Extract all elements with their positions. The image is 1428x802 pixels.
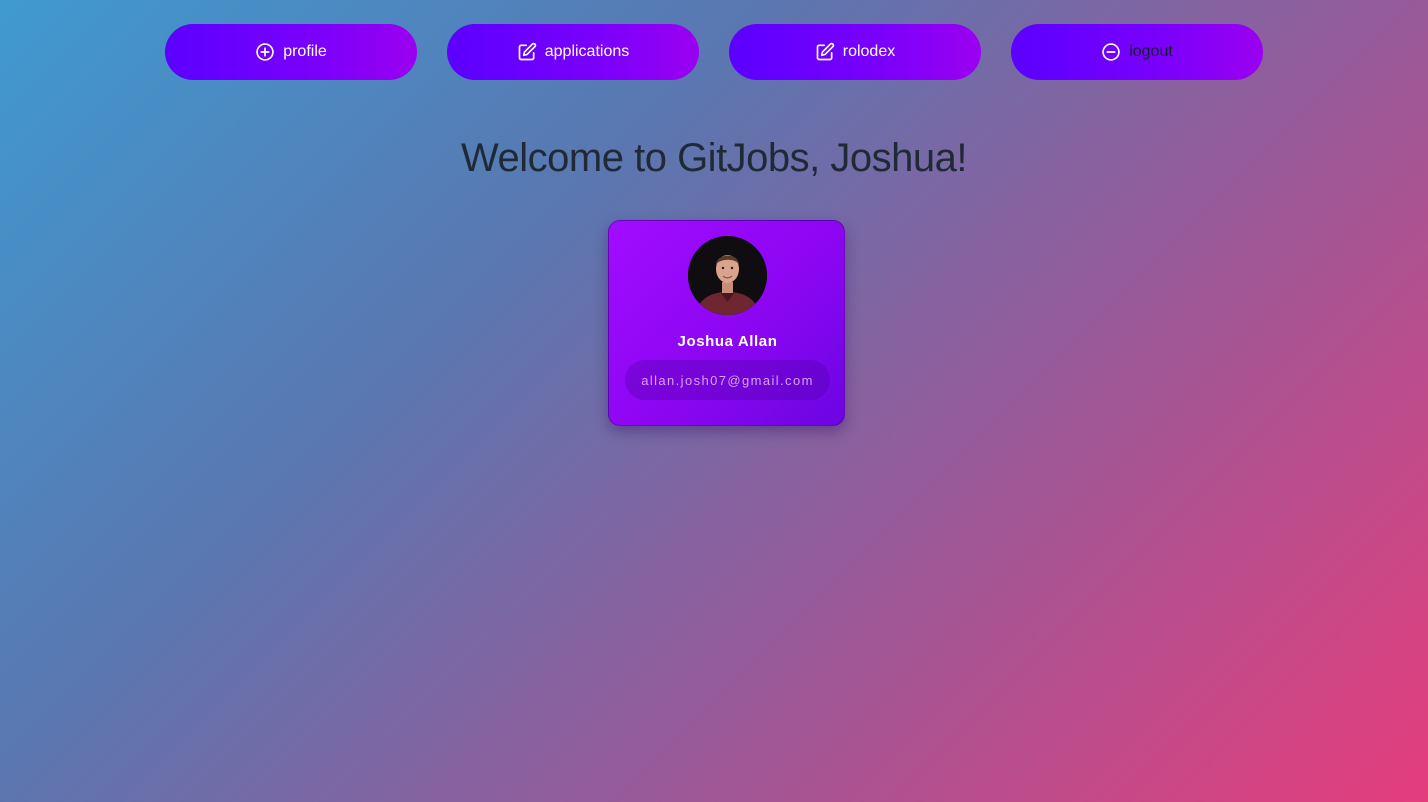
applications-button-label: applications [544,43,630,60]
logout-button[interactable]: logout [1011,24,1263,80]
welcome-heading: Welcome to GitJobs, Joshua! [461,136,968,180]
applications-button[interactable]: applications [447,24,699,80]
profile-name: Joshua Allan [677,333,778,350]
edit-icon [517,42,537,62]
minus-circle-icon [1101,42,1121,62]
profile-button-label: profile [283,43,327,60]
plus-circle-icon [255,42,275,62]
rolodex-button-label: rolodex [842,43,896,60]
logout-button-label: logout [1129,43,1173,60]
profile-button[interactable]: profile [165,24,417,80]
profile-card: Joshua Allan allan.josh07@gmail.com [608,220,845,426]
main-nav: profile applications rolodex logout [0,24,1428,80]
profile-email: allan.josh07@gmail.com [625,360,830,400]
edit-icon [815,42,835,62]
rolodex-button[interactable]: rolodex [729,24,981,80]
avatar [688,236,767,315]
